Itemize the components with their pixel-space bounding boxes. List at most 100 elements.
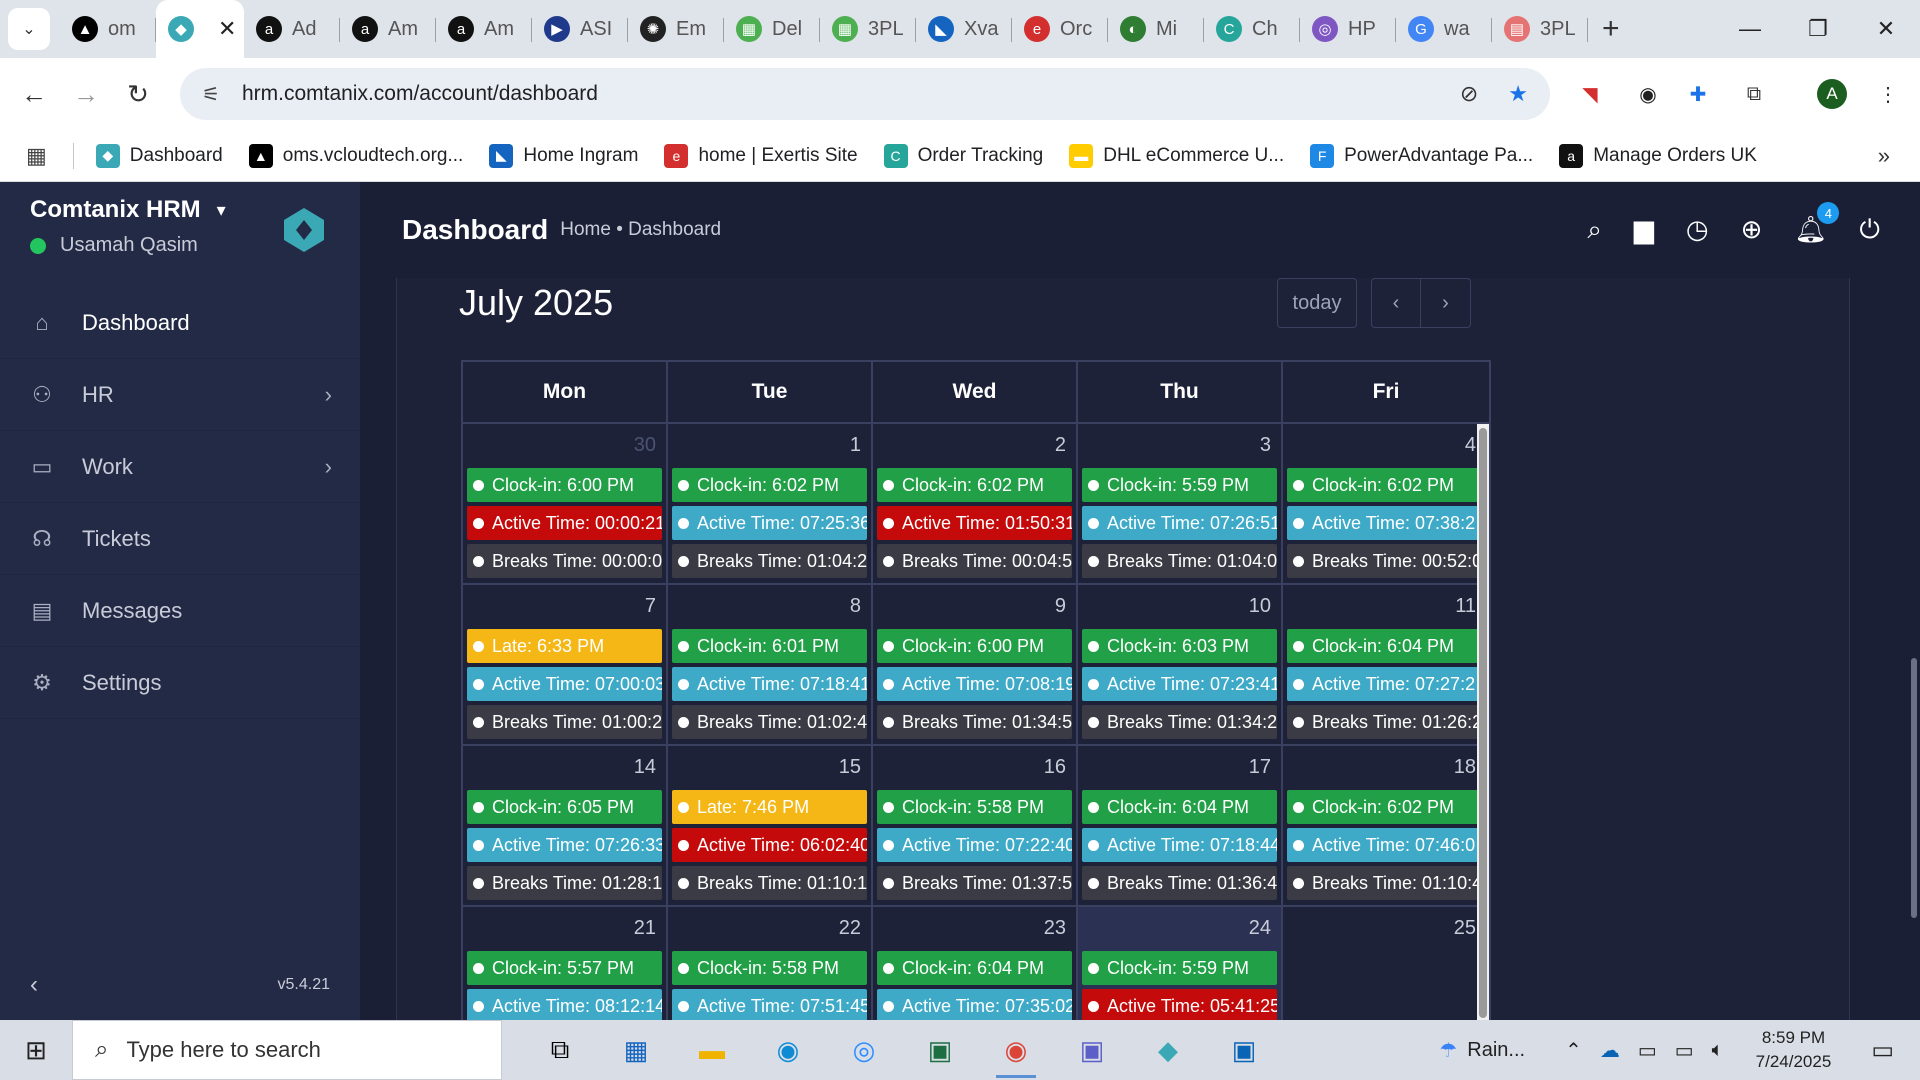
day-number[interactable]: 4 [1287,424,1482,468]
file-explorer-icon[interactable]: ▬ [674,1020,750,1080]
calendar-event[interactable]: Breaks Time: 01:10:4 [1287,866,1482,900]
calendar-event[interactable]: Clock-in: 6:04 PM [1082,790,1277,824]
browser-tab[interactable]: ▲ om [60,0,156,58]
calendar-event[interactable]: Breaks Time: 01:00:21 [467,705,662,739]
network-icon[interactable]: ▭ [1675,1038,1694,1063]
eye-off-icon[interactable]: ⊘ [1460,81,1478,107]
bookmark-item[interactable]: F PowerAdvantage Pa... [1310,143,1533,168]
tab-search-button[interactable]: ⌄ [8,8,50,50]
calendar-event[interactable]: Clock-in: 6:03 PM [1082,629,1277,663]
outlook-icon[interactable]: ▣ [1206,1020,1282,1080]
more-bookmarks-icon[interactable]: » [1878,143,1890,169]
calendar-event[interactable]: Clock-in: 5:59 PM [1082,951,1277,985]
search-icon[interactable]: ⌕ [1587,214,1602,246]
calendar-event[interactable]: Breaks Time: 01:34:26 [1082,705,1277,739]
apps-grid-icon[interactable]: ▦ [26,143,47,169]
taskbar-search[interactable]: ⌕ Type here to search [72,1020,502,1080]
calendar-event[interactable]: Active Time: 08:12:14 [467,989,662,1020]
day-number[interactable]: 8 [672,585,867,629]
calendar-day-cell[interactable]: 22 Clock-in: 5:58 PM Active Time: 07:51:45 [668,907,873,1020]
calendar-event[interactable]: Breaks Time: 01:34:56 [877,705,1072,739]
calendar-event[interactable]: Active Time: 07:25:36 [672,506,867,540]
browser-tab[interactable]: a Am [340,0,436,58]
system-clock[interactable]: 8:59 PM 7/24/2025 [1756,1026,1832,1074]
calendar-day-cell[interactable]: 23 Clock-in: 6:04 PM Active Time: 07:35:02 [873,907,1078,1020]
calendar-day-cell[interactable]: 17 Clock-in: 6:04 PM Active Time: 07:18:44… [1078,746,1283,905]
calendar-event[interactable]: Clock-in: 6:04 PM [1287,629,1482,663]
reload-button[interactable]: ↻ [112,68,164,120]
calendar-event[interactable]: Active Time: 07:51:45 [672,989,867,1020]
calendar-event[interactable]: Breaks Time: 00:04:56 [877,544,1072,578]
bookmark-item[interactable]: ◣ Home Ingram [489,143,638,168]
day-number[interactable]: 1 [672,424,867,468]
next-month-button[interactable]: › [1421,278,1471,328]
day-number[interactable]: 17 [1082,746,1277,790]
profile-avatar[interactable]: A [1814,76,1850,112]
collapse-sidebar-icon[interactable]: ‹ [30,971,38,999]
browser-tab[interactable]: e Orc [1012,0,1108,58]
new-tab-button[interactable]: + [1602,12,1620,46]
calendar-event[interactable]: Active Time: 07:23:41 [1082,667,1277,701]
menu-dots-icon[interactable]: ⋮ [1870,76,1906,112]
chrome-icon[interactable]: ◉ [978,1020,1054,1080]
sidebar-item-tickets[interactable]: ☊ Tickets [0,503,360,575]
calendar-day-cell[interactable]: 7 Late: 6:33 PM Active Time: 07:00:03 Break… [463,585,668,744]
forward-button[interactable]: → [60,68,112,120]
calendar-event[interactable]: Active Time: 00:00:21 [467,506,662,540]
notes-icon[interactable]: ▆ [1634,214,1654,246]
calendar-event[interactable]: Active Time: 01:50:31 [877,506,1072,540]
breadcrumb[interactable]: Home • Dashboard [560,219,721,241]
calendar-event[interactable]: Clock-in: 6:02 PM [1287,790,1482,824]
calendar-event[interactable]: Breaks Time: 01:02:41 [672,705,867,739]
day-number[interactable]: 30 [467,424,662,468]
calendar-day-cell[interactable]: 15 Late: 7:46 PM Active Time: 06:02:40 Brea… [668,746,873,905]
day-number[interactable]: 25 [1287,907,1482,951]
calendar-event[interactable]: Clock-in: 6:01 PM [672,629,867,663]
sidebar-item-dashboard[interactable]: ⌂ Dashboard [0,287,360,359]
back-button[interactable]: ← [8,68,60,120]
close-window-button[interactable]: ✕ [1852,0,1920,58]
calendar-event[interactable]: Active Time: 07:27:2 [1287,667,1482,701]
start-button[interactable]: ⊞ [0,1020,72,1080]
page-scroll-thumb[interactable] [1911,658,1917,918]
calendar-day-cell[interactable]: 21 Clock-in: 5:57 PM Active Time: 08:12:14 [463,907,668,1020]
browser-tab[interactable]: ◎ HP [1300,0,1396,58]
calendar-event[interactable]: Clock-in: 5:57 PM [467,951,662,985]
url-text[interactable]: hrm.comtanix.com/account/dashboard [242,82,598,106]
browser-tab[interactable]: Gwa [1396,0,1492,58]
calendar-event[interactable]: Active Time: 07:22:40 [877,828,1072,862]
edge-icon[interactable]: ◉ [750,1020,826,1080]
browser-tab[interactable]: a Am [436,0,532,58]
browser-tab[interactable]: ▦ Del [724,0,820,58]
task-view-icon[interactable]: ⧉ [522,1020,598,1080]
calendar-event[interactable]: Breaks Time: 00:52:0 [1287,544,1482,578]
day-number[interactable]: 11 [1287,585,1482,629]
calendar-event[interactable]: Breaks Time: 01:26:2 [1287,705,1482,739]
calendar-event[interactable]: Clock-in: 5:58 PM [672,951,867,985]
day-number[interactable]: 15 [672,746,867,790]
close-tab-icon[interactable]: ✕ [218,16,236,42]
calendar-day-cell[interactable]: 30 Clock-in: 6:00 PM Active Time: 00:00:21… [463,424,668,583]
browser-tab[interactable]: a Ad [244,0,340,58]
calendar-event[interactable]: Late: 6:33 PM [467,629,662,663]
calculator-icon[interactable]: ▦ [598,1020,674,1080]
bookmark-star-icon[interactable]: ★ [1508,81,1528,107]
minimize-button[interactable]: — [1716,0,1784,58]
browser-tab[interactable]: ▶ ASI [532,0,628,58]
day-number[interactable]: 18 [1287,746,1482,790]
calendar-event[interactable]: Active Time: 06:02:40 [672,828,867,862]
add-circle-icon[interactable]: ⊕ [1741,214,1763,246]
calendar-event[interactable]: Active Time: 07:08:19 [877,667,1072,701]
bookmark-item[interactable]: ▲ oms.vcloudtech.org... [248,143,463,168]
calendar-day-cell[interactable]: 3 Clock-in: 5:59 PM Active Time: 07:26:51 B… [1078,424,1283,583]
calendar-day-cell[interactable]: 2 Clock-in: 6:02 PM Active Time: 01:50:31 B… [873,424,1078,583]
day-number[interactable]: 9 [877,585,1072,629]
day-number[interactable]: 24 [1082,907,1277,951]
onedrive-icon[interactable]: ☁ [1600,1038,1620,1063]
calendar-event[interactable]: Breaks Time: 01:28:16 [467,866,662,900]
browser-tab[interactable]: ✺ Em [628,0,724,58]
calendar-event[interactable]: Active Time: 07:26:33 [467,828,662,862]
excel-icon[interactable]: ▣ [902,1020,978,1080]
calendar-event[interactable]: Active Time: 07:26:51 [1082,506,1277,540]
bookmark-item[interactable]: a Manage Orders UK [1559,143,1757,168]
